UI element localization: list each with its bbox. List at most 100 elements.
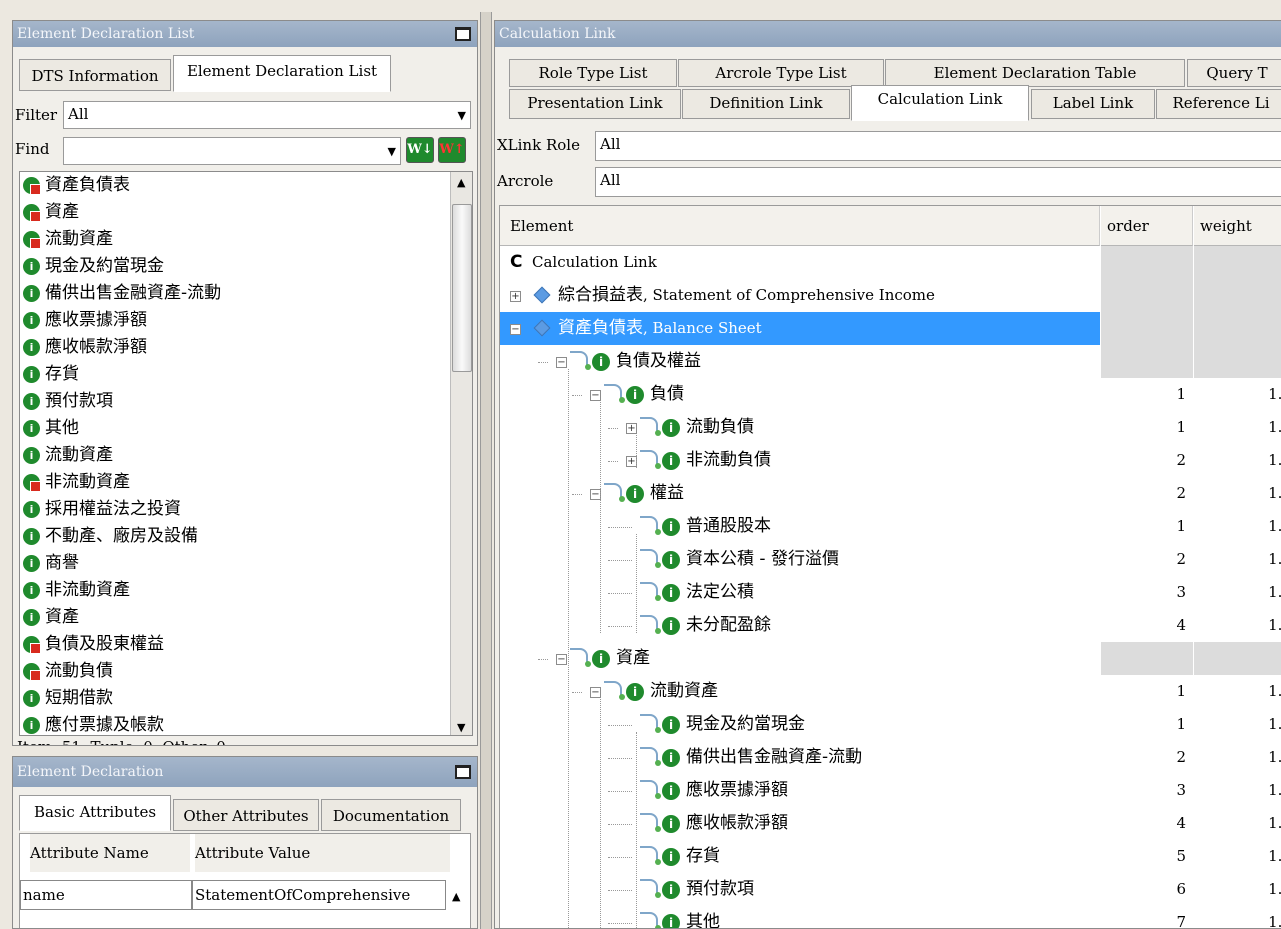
weight-cell[interactable]: [1194, 246, 1281, 279]
tree-row[interactable]: i 其他 71.0: [500, 906, 1281, 928]
list-item[interactable]: i 備供出售金融資產-流動: [20, 280, 448, 307]
order-cell[interactable]: 3: [1101, 576, 1193, 609]
col-order[interactable]: order: [1101, 206, 1193, 246]
order-cell[interactable]: [1101, 246, 1193, 279]
order-cell[interactable]: [1101, 642, 1193, 675]
scroll-up-icon[interactable]: ▲: [452, 890, 460, 903]
weight-cell[interactable]: 1.0: [1194, 576, 1281, 609]
list-item[interactable]: i 不動產、廠房及設備: [20, 523, 448, 550]
list-item[interactable]: 流動負債: [20, 658, 448, 685]
tree-row[interactable]: i 普通股股本 11.0: [500, 510, 1281, 543]
collapse-icon[interactable]: −: [556, 654, 567, 665]
tree-row[interactable]: i 資本公積 - 發行溢價 21.0: [500, 543, 1281, 576]
order-cell[interactable]: 2: [1101, 444, 1193, 477]
list-item[interactable]: i 流動資產: [20, 442, 448, 469]
order-cell[interactable]: 2: [1101, 477, 1193, 510]
list-item[interactable]: i 採用權益法之投資: [20, 496, 448, 523]
list-item[interactable]: i 其他: [20, 415, 448, 442]
col-element[interactable]: Element: [500, 206, 1100, 246]
tree-row[interactable]: i 法定公積 31.0: [500, 576, 1281, 609]
weight-cell[interactable]: 1.0: [1194, 444, 1281, 477]
scroll-up-icon[interactable]: ▲: [457, 176, 465, 189]
tab-definition-link[interactable]: Definition Link: [682, 89, 850, 119]
order-cell[interactable]: 1: [1101, 675, 1193, 708]
filter-select[interactable]: All ▼: [63, 101, 471, 129]
tree-row[interactable]: i 應收票據淨額 31.0: [500, 774, 1281, 807]
xlink-role-select[interactable]: All: [595, 131, 1281, 161]
order-cell[interactable]: 4: [1101, 609, 1193, 642]
order-cell[interactable]: 6: [1101, 873, 1193, 906]
order-cell[interactable]: 1: [1101, 378, 1193, 411]
weight-cell[interactable]: 1.0: [1194, 873, 1281, 906]
tab-other-attributes[interactable]: Other Attributes: [173, 799, 319, 831]
weight-cell[interactable]: [1194, 312, 1281, 345]
tree-row[interactable]: − i 流動資產 11.0: [500, 675, 1281, 708]
tab-query[interactable]: Query T: [1187, 59, 1281, 87]
order-cell[interactable]: 1: [1101, 411, 1193, 444]
scrollbar-thumb[interactable]: [452, 204, 472, 372]
order-cell[interactable]: 3: [1101, 774, 1193, 807]
tab-calculation-link[interactable]: Calculation Link: [851, 85, 1029, 121]
weight-cell[interactable]: [1194, 642, 1281, 675]
weight-cell[interactable]: 1.0: [1194, 807, 1281, 840]
order-cell[interactable]: [1101, 279, 1193, 312]
find-input[interactable]: ▼: [63, 137, 401, 165]
tab-element-declaration-list[interactable]: Element Declaration List: [173, 55, 391, 92]
tree-row[interactable]: + i 流動負債 11.0: [500, 411, 1281, 444]
tree-row[interactable]: −i權益21.0: [500, 477, 1281, 510]
tree-row[interactable]: − i 資產: [500, 642, 1281, 675]
find-prev-icon[interactable]: W↑: [438, 137, 466, 163]
tab-reference-link[interactable]: Reference Li: [1156, 89, 1281, 119]
list-item[interactable]: i 非流動資產: [20, 577, 448, 604]
collapse-icon[interactable]: −: [556, 357, 567, 368]
tree-row[interactable]: i 存貨 51.0: [500, 840, 1281, 873]
weight-cell[interactable]: 1.0: [1194, 477, 1281, 510]
tab-label-link[interactable]: Label Link: [1031, 89, 1155, 119]
list-scrollbar[interactable]: ▲ ▼: [450, 172, 472, 735]
tree-row[interactable]: +i非流動負債21.0: [500, 444, 1281, 477]
order-cell[interactable]: 2: [1101, 741, 1193, 774]
list-item[interactable]: 資產負債表: [20, 172, 448, 199]
tree-row[interactable]: − i 負債 11.0: [500, 378, 1281, 411]
maximize-icon[interactable]: [455, 765, 471, 779]
weight-cell[interactable]: 1.0: [1194, 774, 1281, 807]
list-item[interactable]: i 應收帳款淨額: [20, 334, 448, 361]
tab-arcrole-type-list[interactable]: Arcrole Type List: [678, 59, 884, 87]
order-cell[interactable]: 1: [1101, 708, 1193, 741]
weight-cell[interactable]: 1.0: [1194, 741, 1281, 774]
weight-cell[interactable]: 1.0: [1194, 510, 1281, 543]
list-item[interactable]: i 現金及約當現金: [20, 253, 448, 280]
attr-row-value[interactable]: StatementOfComprehensive: [192, 880, 446, 910]
tab-basic-attributes[interactable]: Basic Attributes: [19, 795, 171, 831]
arcrole-select[interactable]: All: [595, 167, 1281, 197]
order-cell[interactable]: 1: [1101, 510, 1193, 543]
list-item[interactable]: i 應收票據淨額: [20, 307, 448, 334]
tree-row[interactable]: i 現金及約當現金 11.0: [500, 708, 1281, 741]
expand-icon[interactable]: +: [626, 423, 637, 434]
weight-cell[interactable]: [1194, 279, 1281, 312]
col-weight[interactable]: weight: [1194, 206, 1281, 246]
list-item[interactable]: 資產: [20, 199, 448, 226]
weight-cell[interactable]: 1.0: [1194, 609, 1281, 642]
weight-cell[interactable]: 1.0: [1194, 708, 1281, 741]
weight-cell[interactable]: 1.0: [1194, 543, 1281, 576]
order-cell[interactable]: [1101, 312, 1193, 345]
list-item[interactable]: 流動資產: [20, 226, 448, 253]
tab-presentation-link[interactable]: Presentation Link: [509, 89, 681, 119]
list-item[interactable]: i 短期借款: [20, 685, 448, 712]
weight-cell[interactable]: [1194, 345, 1281, 378]
order-cell[interactable]: 5: [1101, 840, 1193, 873]
weight-cell[interactable]: 1.0: [1194, 411, 1281, 444]
list-item[interactable]: i 應付票據及帳款: [20, 712, 448, 735]
tree-row[interactable]: C Calculation Link: [500, 246, 1281, 279]
weight-cell[interactable]: 1.0: [1194, 840, 1281, 873]
tree-row[interactable]: i 未分配盈餘 41.0: [500, 609, 1281, 642]
tree-row[interactable]: i 預付款項 61.0: [500, 873, 1281, 906]
tree-row[interactable]: − i 負債及權益: [500, 345, 1281, 378]
list-item[interactable]: i 資產: [20, 604, 448, 631]
vertical-splitter[interactable]: [480, 12, 492, 929]
scroll-down-icon[interactable]: ▼: [457, 721, 465, 734]
weight-cell[interactable]: 1.0: [1194, 378, 1281, 411]
list-item[interactable]: i 預付款項: [20, 388, 448, 415]
weight-cell[interactable]: 1.0: [1194, 906, 1281, 928]
